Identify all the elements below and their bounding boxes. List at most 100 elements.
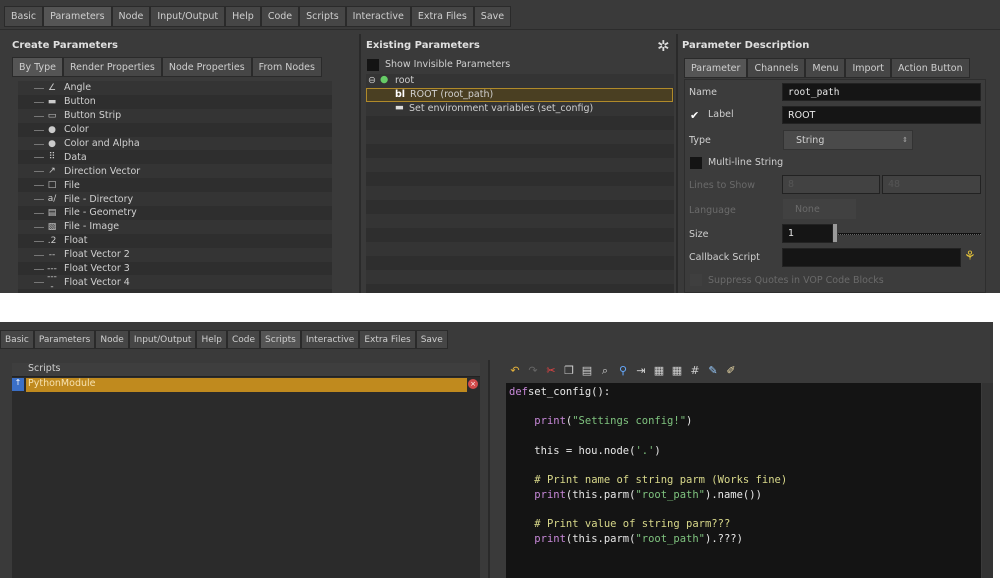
parameter-type-item[interactable]: .2 Float <box>18 234 332 248</box>
tab-parameters[interactable]: Parameters <box>43 6 112 27</box>
parameter-type-item[interactable]: ---- Float Vector 4 <box>18 272 332 293</box>
uncomment-icon[interactable]: ✎ <box>706 364 720 378</box>
size-field[interactable]: 1 <box>782 224 833 243</box>
tab-action-button[interactable]: Action Button <box>891 58 970 78</box>
tab-node[interactable]: Node <box>95 330 129 349</box>
float-vector4-icon: ---- <box>47 272 57 293</box>
color-icon: ● <box>48 124 56 135</box>
tab-extra-files[interactable]: Extra Files <box>359 330 416 349</box>
tab-scripts[interactable]: Scripts <box>260 330 301 349</box>
parameter-type-item[interactable]: ∠ Angle <box>18 81 332 95</box>
callback-field[interactable] <box>782 248 961 267</box>
tree-item-root-path[interactable]: bl ROOT (root_path) <box>366 88 673 102</box>
tab-basic[interactable]: Basic <box>4 6 44 27</box>
parameter-type-item[interactable]: □ File <box>18 178 332 192</box>
tab-render-properties[interactable]: Render Properties <box>62 57 162 77</box>
tab-node[interactable]: Node <box>111 6 151 27</box>
comment-icon[interactable]: # <box>688 364 702 378</box>
parameter-type-item[interactable]: --- Float Vector 3 <box>18 262 332 276</box>
code-token: # Print value of string parm??? <box>534 518 731 531</box>
parameter-type-item[interactable]: -- Float Vector 2 <box>18 247 332 262</box>
notes-icon[interactable]: ✐ <box>724 364 738 378</box>
tab-scripts[interactable]: Scripts <box>299 6 346 27</box>
paste-icon[interactable]: ▤ <box>580 364 594 378</box>
tab-save[interactable]: Save <box>415 330 448 349</box>
find-replace-icon[interactable]: ⚲ <box>616 364 630 378</box>
tab-parameter[interactable]: Parameter <box>684 58 748 78</box>
undo-icon[interactable]: ↶ <box>508 364 522 378</box>
python-icon[interactable]: ⚘ <box>964 249 976 264</box>
collapse-icon[interactable]: ⊖ <box>368 75 376 86</box>
code-token: # Print name of string parm (Works fine) <box>534 474 788 487</box>
tab-menu[interactable]: Menu <box>805 58 846 78</box>
parameter-type-item[interactable]: ▬ Button <box>18 95 332 109</box>
parameter-type-item[interactable]: ● Color and Alpha <box>18 136 332 151</box>
direction-vector-icon: ↗ <box>48 166 56 177</box>
parameter-description-title: Parameter Description <box>682 40 810 51</box>
tab-help[interactable]: Help <box>196 330 227 349</box>
parameter-type-item[interactable]: ↗ Direction Vector <box>18 164 332 179</box>
tab-interactive[interactable]: Interactive <box>345 6 411 27</box>
parameter-type-label: File - Geometry <box>64 207 137 219</box>
tree-root[interactable]: root <box>395 75 414 86</box>
multiline-checkbox[interactable] <box>690 157 702 169</box>
gear-icon[interactable]: ✲ <box>657 37 670 55</box>
parameter-type-item[interactable]: ⠿ Data <box>18 150 332 164</box>
export-file-icon[interactable]: ▦ <box>670 364 684 378</box>
script-item-pythonmodule[interactable]: PythonModule <box>26 378 467 392</box>
tab-save[interactable]: Save <box>473 6 512 27</box>
parameter-type-item[interactable]: ● Color <box>18 123 332 137</box>
tab-code[interactable]: Code <box>260 6 300 27</box>
import-file-icon[interactable]: ▦ <box>652 364 666 378</box>
cut-icon[interactable]: ✂ <box>544 364 558 378</box>
tab-input-output[interactable]: Input/Output <box>128 330 197 349</box>
tab-by-type[interactable]: By Type <box>12 57 63 77</box>
tab-code[interactable]: Code <box>226 330 261 349</box>
type-properties-parameters-panel: Basic Parameters Node Input/Output Help Code S… <box>0 0 1000 293</box>
lines-max-field[interactable]: 48 <box>882 175 981 194</box>
tab-node-properties[interactable]: Node Properties <box>161 57 252 77</box>
tab-extra-files[interactable]: Extra Files <box>410 6 474 27</box>
tab-interactive[interactable]: Interactive <box>300 330 360 349</box>
tab-from-nodes[interactable]: From Nodes <box>251 57 322 77</box>
parameter-type-item[interactable]: ▤ File - Geometry <box>18 206 332 220</box>
tab-parameters[interactable]: Parameters <box>33 330 96 349</box>
redo-icon[interactable]: ↷ <box>526 364 540 378</box>
scripts-header: Scripts <box>12 363 480 377</box>
type-dropdown[interactable]: String ⇕ <box>783 130 913 150</box>
find-icon[interactable]: ⌕ <box>598 364 612 378</box>
tab-basic[interactable]: Basic <box>0 330 34 349</box>
tab-channels[interactable]: Channels <box>747 58 806 78</box>
lines-min-field[interactable]: 8 <box>782 175 880 194</box>
name-field[interactable]: root_path <box>782 83 981 101</box>
parameter-type-item[interactable]: ▧ File - Image <box>18 219 332 234</box>
language-label: Language <box>689 205 736 216</box>
label-field[interactable]: ROOT <box>782 106 981 124</box>
scripts-list[interactable]: Scripts ↑ PythonModule × <box>12 363 480 578</box>
size-slider-handle[interactable] <box>833 224 837 242</box>
float-vector2-icon: -- <box>48 249 56 260</box>
indent-icon[interactable]: ⇥ <box>634 364 648 378</box>
code-editor[interactable]: defset_config(): print("Settings config!… <box>506 383 981 578</box>
tab-input-output[interactable]: Input/Output <box>150 6 226 27</box>
parameter-type-label: File - Directory <box>64 193 134 205</box>
tab-help[interactable]: Help <box>225 6 261 27</box>
label-checkbox[interactable]: ✔ <box>690 109 699 122</box>
size-slider-track[interactable] <box>838 233 981 235</box>
parameter-type-label: Color <box>64 124 89 136</box>
tab-import[interactable]: Import <box>845 58 892 78</box>
tree-item-set-config[interactable]: ▬ Set environment variables (set_config) <box>366 102 673 116</box>
delete-script-icon[interactable]: × <box>468 379 478 389</box>
parameter-type-item[interactable]: a/File - Directory <box>18 192 332 207</box>
editor-scrollbar[interactable] <box>982 383 993 578</box>
show-invisible-checkbox[interactable] <box>367 59 379 71</box>
language-dropdown[interactable]: None <box>783 199 856 219</box>
existing-parameters-tree[interactable]: ⊖ ● root bl ROOT (root_path) ▬ Set envir… <box>366 74 674 293</box>
suppress-quotes-checkbox[interactable] <box>690 274 702 286</box>
globe-icon: ● <box>380 74 389 85</box>
copy-icon[interactable]: ❐ <box>562 364 576 378</box>
parameter-type-item[interactable]: ▭ Button Strip <box>18 108 332 123</box>
parameter-type-list[interactable]: ∠ Angle ▬ Button ▭ Button Strip ● Color ● Color a… <box>18 81 332 293</box>
